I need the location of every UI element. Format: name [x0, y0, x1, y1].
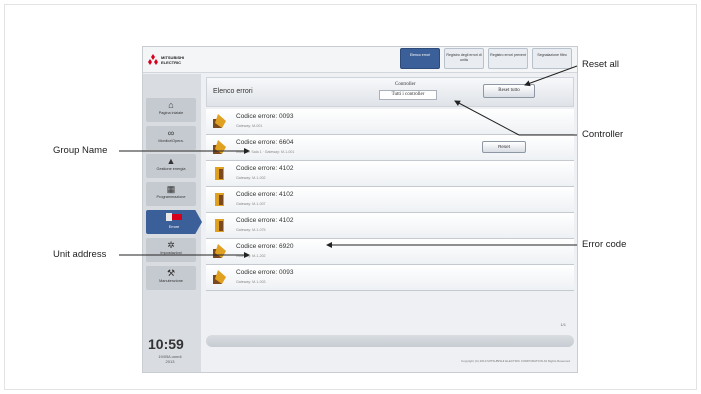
annotation-controller: Controller — [582, 129, 624, 140]
annotation-unit-address: Unit address — [53, 249, 107, 260]
annotation-error-code: Error code — [582, 239, 627, 250]
annotation-reset-all: Reset all — [582, 59, 619, 70]
annotation-group-name: Group Name — [53, 145, 108, 156]
reset-all-callout-line — [524, 65, 578, 87]
controller-callout-line-b — [454, 100, 520, 136]
figure-frame: MITSUBISHI ELECTRIC Elenco errori Regist… — [4, 4, 697, 390]
